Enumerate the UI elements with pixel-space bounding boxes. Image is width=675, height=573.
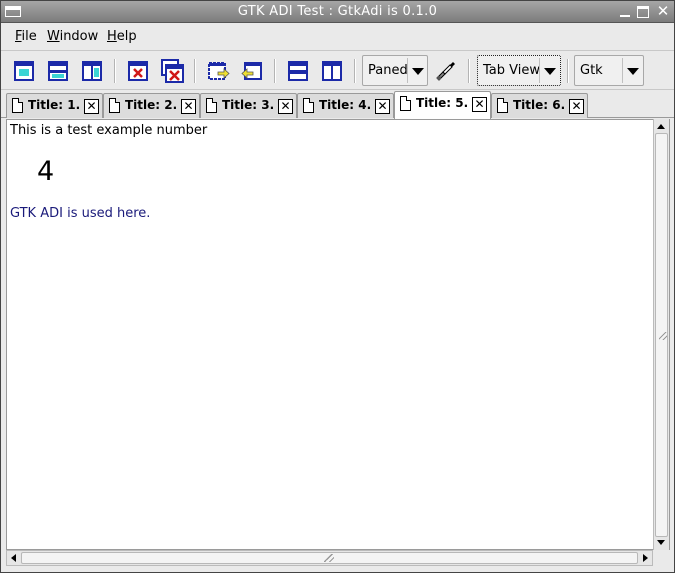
document-icon bbox=[497, 98, 508, 113]
tile-vertical-button[interactable] bbox=[320, 59, 344, 83]
chevron-down-icon[interactable] bbox=[622, 58, 642, 83]
view-mode-value: Tab View bbox=[483, 63, 540, 78]
tab-title-3[interactable]: Title: 3. ✕ bbox=[200, 93, 297, 118]
close-window-button[interactable]: ✕ bbox=[656, 4, 670, 19]
tab-label: Title: 6. bbox=[513, 98, 566, 112]
menu-help-mnemonic: H bbox=[107, 29, 117, 44]
menu-help-label: elp bbox=[116, 29, 137, 44]
tile-horizontal-icon bbox=[288, 61, 308, 81]
tile-horizontal-button[interactable] bbox=[286, 59, 310, 83]
grip-icon bbox=[659, 332, 667, 340]
tab-label: Title: 2. bbox=[125, 98, 178, 112]
toolbar-separator bbox=[468, 59, 470, 83]
scroll-down-arrow-icon[interactable] bbox=[657, 540, 665, 545]
theme-combo[interactable]: Gtk bbox=[574, 55, 644, 86]
move-to-parent-button[interactable] bbox=[240, 59, 264, 83]
tab-title-2[interactable]: Title: 2. ✕ bbox=[103, 93, 200, 118]
move-to-child-button[interactable] bbox=[206, 59, 230, 83]
tab-label: Title: 4. bbox=[319, 98, 372, 112]
minimize-button[interactable] bbox=[618, 5, 632, 19]
toolbar-separator bbox=[274, 59, 276, 83]
new-window-icon bbox=[14, 61, 34, 81]
window-title: GTK ADI Test : GtkAdi is 0.1.0 bbox=[237, 4, 438, 19]
tab-close-button[interactable]: ✕ bbox=[472, 97, 487, 112]
title-bar[interactable]: GTK ADI Test : GtkAdi is 0.1.0 ✕ bbox=[1, 1, 674, 23]
menu-help[interactable]: Help bbox=[107, 29, 137, 44]
grip-icon bbox=[324, 554, 334, 562]
new-horizontal-button[interactable] bbox=[46, 59, 70, 83]
tab-close-button[interactable]: ✕ bbox=[181, 99, 196, 114]
scroll-right-arrow-icon[interactable] bbox=[643, 554, 648, 562]
new-horizontal-icon bbox=[48, 61, 68, 81]
close-all-button[interactable] bbox=[160, 59, 184, 83]
menu-bar: File Window Help bbox=[1, 23, 674, 51]
document-icon bbox=[12, 98, 23, 113]
chevron-down-icon[interactable] bbox=[539, 58, 559, 83]
document-icon bbox=[400, 96, 411, 111]
menu-window-mnemonic: W bbox=[47, 29, 60, 44]
menu-window[interactable]: Window bbox=[47, 29, 98, 44]
toolbar-separator bbox=[354, 59, 356, 83]
tab-label: Title: 3. bbox=[222, 98, 275, 112]
tab-close-button[interactable]: ✕ bbox=[569, 99, 584, 114]
tab-bar: Title: 1. ✕ Title: 2. ✕ Title: 3. ✕ Titl… bbox=[1, 90, 674, 119]
style-brush-button[interactable] bbox=[434, 59, 458, 83]
new-vertical-icon bbox=[82, 61, 102, 81]
layout-mode-value: Paned bbox=[368, 63, 408, 78]
chevron-down-icon[interactable] bbox=[407, 58, 427, 83]
menu-file[interactable]: File bbox=[15, 29, 37, 44]
tab-label: Title: 1. bbox=[28, 98, 81, 112]
new-vertical-button[interactable] bbox=[80, 59, 104, 83]
example-number: 4 bbox=[37, 156, 55, 187]
tile-vertical-icon bbox=[322, 61, 342, 81]
toolbar-separator bbox=[567, 59, 569, 83]
horizontal-scroll-thumb[interactable] bbox=[21, 552, 638, 564]
vertical-scroll-thumb[interactable] bbox=[655, 133, 668, 537]
app-window: GTK ADI Test : GtkAdi is 0.1.0 ✕ File Wi… bbox=[0, 0, 675, 573]
vertical-scrollbar[interactable] bbox=[653, 119, 669, 550]
toolbar-separator bbox=[194, 59, 196, 83]
example-text: This is a test example number bbox=[10, 123, 208, 138]
layout-mode-combo[interactable]: Paned bbox=[362, 55, 428, 86]
menu-file-label: ile bbox=[21, 29, 37, 44]
tab-label: Title: 5. bbox=[416, 96, 469, 110]
view-mode-combo[interactable]: Tab View bbox=[477, 55, 561, 86]
tab-title-5[interactable]: Title: 5. ✕ bbox=[394, 91, 491, 119]
menu-window-label: indow bbox=[59, 29, 99, 44]
tab-close-button[interactable]: ✕ bbox=[278, 99, 293, 114]
new-window-button[interactable] bbox=[12, 59, 36, 83]
horizontal-scrollbar[interactable] bbox=[6, 550, 653, 566]
document-icon bbox=[206, 98, 217, 113]
scroll-left-arrow-icon[interactable] bbox=[11, 554, 16, 562]
close-child-icon bbox=[128, 61, 148, 81]
brush-icon bbox=[436, 62, 455, 81]
document-view[interactable]: This is a test example number 4 GTK ADI … bbox=[6, 119, 670, 550]
gtkadi-used-text: GTK ADI is used here. bbox=[10, 206, 151, 221]
close-all-icon bbox=[161, 59, 184, 83]
tab-close-button[interactable]: ✕ bbox=[84, 99, 99, 114]
close-child-button[interactable] bbox=[126, 59, 150, 83]
tab-title-1[interactable]: Title: 1. ✕ bbox=[6, 93, 103, 118]
tab-title-4[interactable]: Title: 4. ✕ bbox=[297, 93, 394, 118]
tab-title-6[interactable]: Title: 6. ✕ bbox=[491, 93, 588, 118]
scroll-up-arrow-icon[interactable] bbox=[657, 124, 665, 129]
move-to-child-icon bbox=[208, 62, 230, 80]
toolbar-separator bbox=[114, 59, 116, 83]
tab-close-button[interactable]: ✕ bbox=[375, 99, 390, 114]
toolbar: Paned Tab View Gtk bbox=[1, 52, 674, 90]
document-icon bbox=[303, 98, 314, 113]
theme-value: Gtk bbox=[580, 63, 603, 78]
document-icon bbox=[109, 98, 120, 113]
move-to-parent-icon bbox=[241, 62, 262, 80]
maximize-button[interactable] bbox=[637, 6, 649, 18]
